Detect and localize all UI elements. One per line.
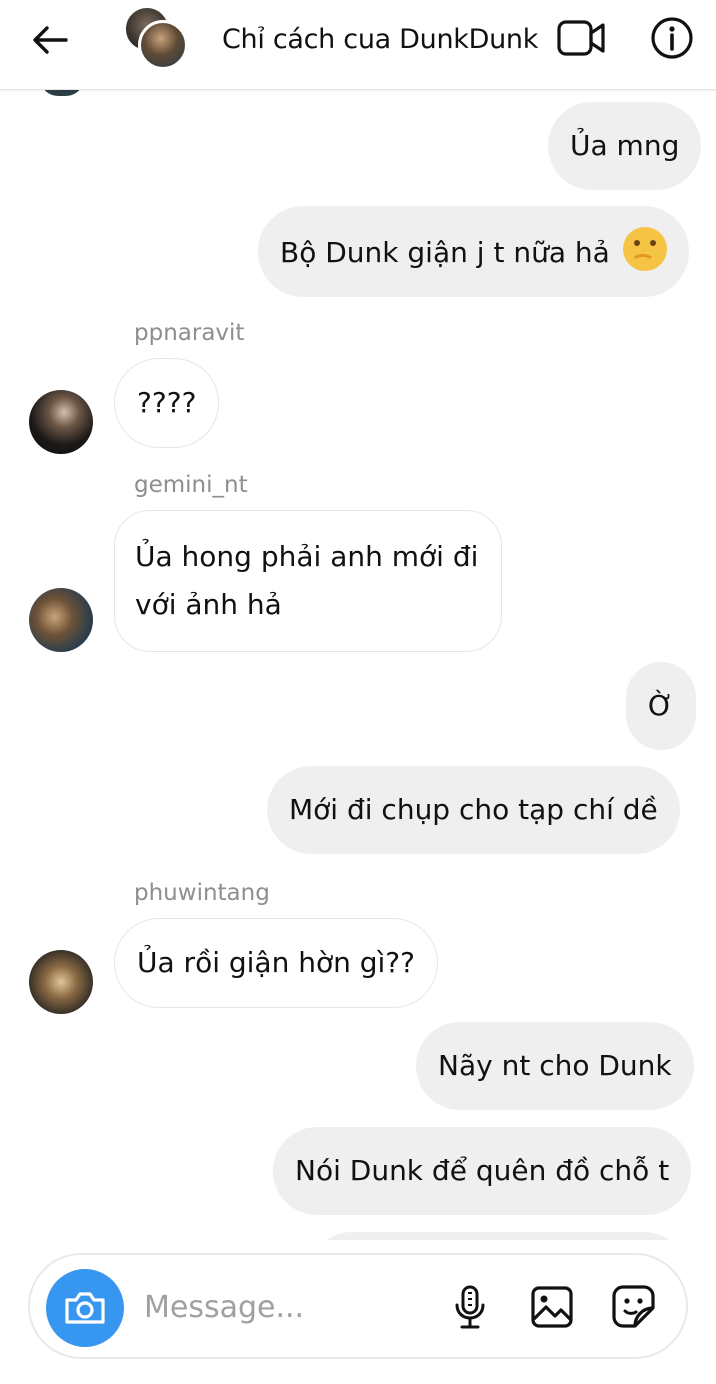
outgoing-message[interactable]: Ờ	[626, 662, 696, 750]
voice-message-button[interactable]	[444, 1281, 496, 1333]
message-text: Ờ	[648, 689, 674, 722]
avatar[interactable]	[29, 390, 93, 454]
chat-title[interactable]: Chỉ cách cua DunkDunk	[222, 20, 542, 60]
outgoing-message-partial[interactable]	[308, 1232, 688, 1240]
message-composer	[28, 1253, 688, 1359]
message-text: Nãy nt cho Dunk	[438, 1049, 672, 1082]
outgoing-message[interactable]: Ủa mng	[548, 102, 702, 190]
outgoing-message[interactable]: Bộ Dunk giận j t nữa hả	[258, 206, 689, 297]
message-text: Mới đi chụp cho tạp chí dề	[289, 793, 658, 826]
message-text: Ủa rồi giận hờn gì??	[137, 946, 416, 979]
thinking-face-emoji	[622, 227, 667, 271]
message-text: Nói Dunk để quên đồ chỗ t	[295, 1154, 670, 1187]
sender-name: phuwintang	[134, 880, 270, 906]
arrow-left-icon	[33, 26, 68, 54]
message-text: Ủa hong phải anh mới đi với ảnh hả	[135, 540, 479, 621]
video-camera-icon	[557, 20, 605, 56]
camera-button[interactable]	[46, 1269, 124, 1347]
gallery-button[interactable]	[526, 1281, 578, 1333]
outgoing-message[interactable]: Nói Dunk để quên đồ chỗ t	[273, 1127, 692, 1215]
video-call-button[interactable]	[556, 16, 608, 60]
image-icon	[531, 1286, 573, 1328]
sticker-button[interactable]	[608, 1281, 660, 1333]
message-input[interactable]	[144, 1281, 414, 1333]
avatar[interactable]	[29, 588, 93, 652]
sender-name: ppnaravit	[134, 320, 245, 346]
camera-icon	[65, 1292, 105, 1324]
incoming-message[interactable]: ????	[114, 358, 220, 448]
message-list[interactable]: Ủa mng Bộ Dunk giận j t nữa hả ppnaravit…	[0, 92, 716, 1240]
incoming-message[interactable]: Ủa rồi giận hờn gì??	[114, 918, 439, 1008]
microphone-icon	[455, 1285, 485, 1329]
message-text: ????	[137, 386, 197, 419]
back-button[interactable]	[28, 20, 72, 60]
message-text: Bộ Dunk giận j t nữa hả	[280, 236, 610, 269]
group-avatar[interactable]	[124, 6, 190, 70]
outgoing-message[interactable]: Nãy nt cho Dunk	[416, 1022, 694, 1110]
outgoing-message[interactable]: Mới đi chụp cho tạp chí dề	[267, 766, 680, 854]
avatar[interactable]	[29, 950, 93, 1014]
info-button[interactable]	[648, 14, 696, 62]
message-text: Ủa mng	[570, 129, 680, 162]
info-icon	[651, 17, 693, 59]
sender-name: gemini_nt	[134, 472, 248, 498]
chat-header: Chỉ cách cua DunkDunk	[0, 0, 716, 90]
sticker-icon	[612, 1285, 655, 1328]
member-avatar	[138, 20, 188, 70]
incoming-message[interactable]: Ủa hong phải anh mới đi với ảnh hả	[114, 510, 502, 652]
